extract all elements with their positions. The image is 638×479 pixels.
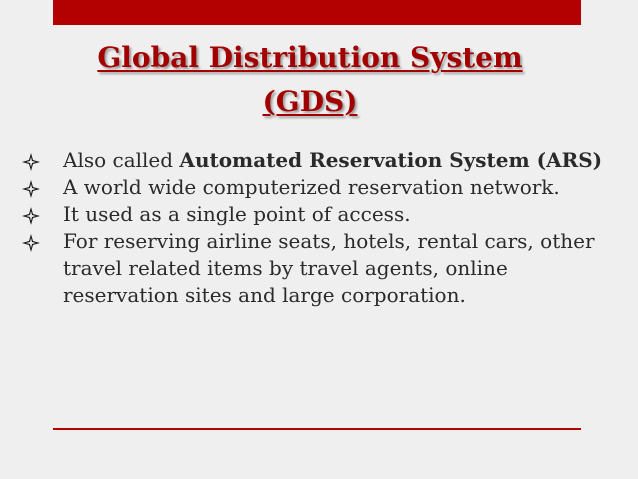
slide: Global Distribution System (GDS) Also ca… xyxy=(0,0,638,479)
title-line-2: (GDS) xyxy=(262,85,358,118)
bullet-text-bold: Automated Reservation System (ARS) xyxy=(179,148,603,172)
title-line-1: Global Distribution System xyxy=(97,41,523,74)
bullet-text: A world wide computerized reservation ne… xyxy=(63,175,560,199)
bullet-text: It used as a single point of access. xyxy=(63,202,411,226)
bullet-text: Also called xyxy=(63,148,180,172)
diamond-bullet-icon xyxy=(22,180,40,198)
bullet-item: It used as a single point of access. xyxy=(5,201,605,228)
top-accent-bar xyxy=(53,0,581,25)
bullet-item: Also called Automated Reservation System… xyxy=(5,147,605,174)
diamond-bullet-icon xyxy=(22,153,40,171)
diamond-bullet-icon xyxy=(22,234,40,252)
bullet-item: A world wide computerized reservation ne… xyxy=(5,174,605,201)
bullet-item: For reserving airline seats, hotels, ren… xyxy=(5,228,605,309)
bullet-text: For reserving airline seats, hotels, ren… xyxy=(63,229,595,307)
slide-title: Global Distribution System (GDS) xyxy=(40,36,580,124)
bullet-list: Also called Automated Reservation System… xyxy=(5,147,605,309)
bottom-divider xyxy=(53,428,581,430)
diamond-bullet-icon xyxy=(22,207,40,225)
